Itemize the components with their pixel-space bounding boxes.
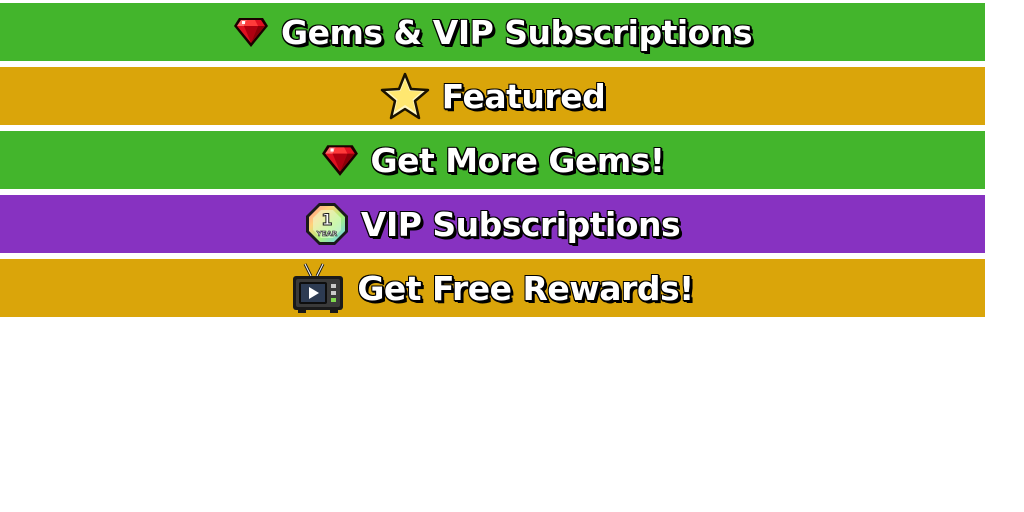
star-icon xyxy=(380,72,430,120)
gem-icon xyxy=(321,143,359,177)
tv-icon xyxy=(291,262,345,314)
menu-item-label: Get Free Rewards! xyxy=(357,268,694,308)
menu-item-label: Gems & VIP Subscriptions xyxy=(281,12,752,52)
menu-item-vip-subscriptions[interactable]: 1 YEAR VIP Subscriptions xyxy=(0,195,985,253)
menu-item-featured[interactable]: Featured xyxy=(0,67,985,125)
badge-number: 1 xyxy=(321,210,332,229)
gem-icon xyxy=(233,16,269,48)
menu-item-free-rewards[interactable]: Get Free Rewards! xyxy=(0,259,985,317)
menu-item-label: VIP Subscriptions xyxy=(360,204,681,244)
menu-item-label: Get More Gems! xyxy=(370,140,665,180)
badge-text: YEAR xyxy=(316,230,338,238)
one-year-badge-icon: 1 YEAR xyxy=(305,202,349,246)
menu-item-label: Featured xyxy=(441,76,606,116)
store-menu: Gems & VIP Subscriptions Featured Get Mo… xyxy=(0,3,985,323)
menu-item-gems-vip[interactable]: Gems & VIP Subscriptions xyxy=(0,3,985,61)
menu-item-get-more-gems[interactable]: Get More Gems! xyxy=(0,131,985,189)
